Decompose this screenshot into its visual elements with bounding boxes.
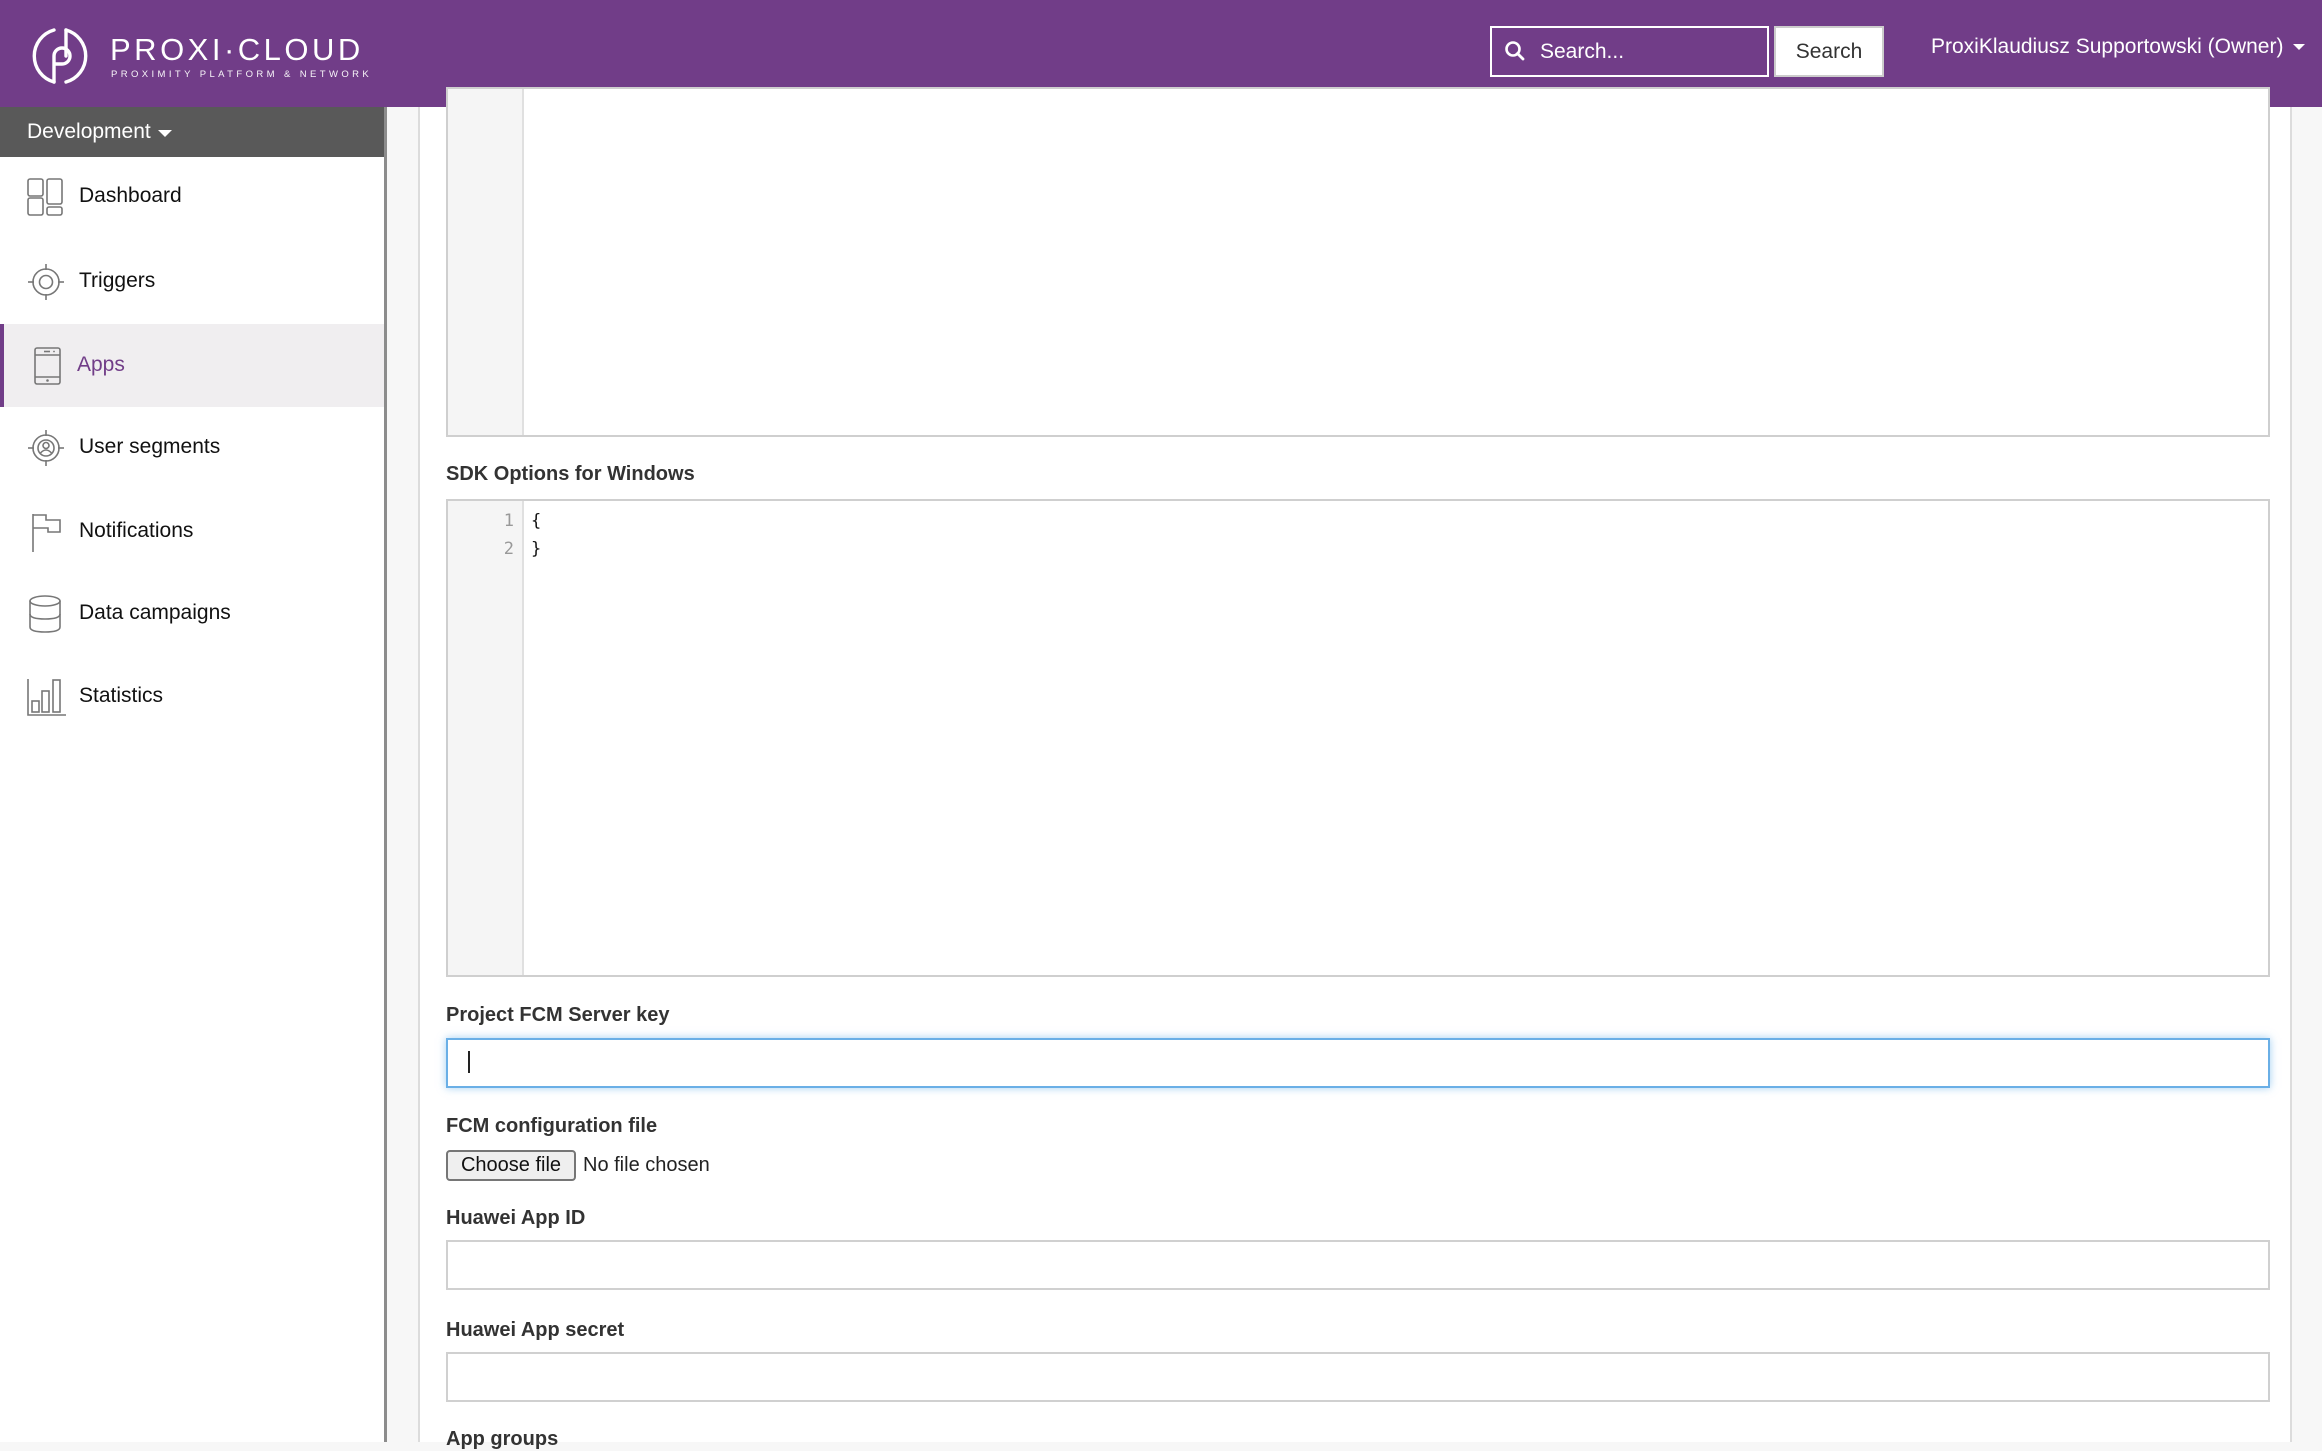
text-cursor	[468, 1051, 470, 1073]
code-text: {	[531, 511, 542, 531]
sidebar-item-data-campaigns[interactable]: Data campaigns	[0, 572, 384, 655]
huawei-app-secret-label: Huawei App secret	[446, 1319, 625, 1341]
search-field[interactable]	[1490, 26, 1769, 77]
user-target-icon	[28, 430, 64, 466]
app-groups-label: App groups	[446, 1428, 559, 1450]
logo-subtitle: PROXIMITY PLATFORM & NETWORK	[111, 69, 373, 80]
sidebar-item-label: Data campaigns	[79, 601, 231, 624]
logo-icon	[32, 28, 88, 84]
environment-selector[interactable]: Development	[0, 107, 384, 157]
sidebar-item-notifications[interactable]: Notifications	[0, 490, 384, 573]
fcm-config-file-label: FCM configuration file	[446, 1115, 658, 1137]
user-name: ProxiKlaudiusz Supportowski (Owner)	[1931, 35, 2284, 58]
search-icon	[1505, 41, 1525, 61]
user-menu[interactable]: ProxiKlaudiusz Supportowski (Owner)	[1931, 35, 2306, 59]
sdk-options-editor-previous[interactable]	[446, 87, 2270, 437]
editor-line: 2 }	[448, 535, 2248, 563]
flag-icon	[32, 514, 61, 552]
sidebar-item-label: User segments	[79, 435, 221, 458]
target-icon	[28, 264, 64, 300]
chevron-down-icon	[2293, 44, 2306, 51]
editor-gutter	[448, 501, 524, 975]
sidebar-item-label: Dashboard	[79, 184, 182, 207]
logo-title: PROXI·CLOUD	[110, 32, 364, 67]
sidebar-item-label: Statistics	[79, 684, 164, 707]
fcm-server-key-input[interactable]	[446, 1038, 2270, 1088]
line-number: 2	[503, 539, 514, 559]
sidebar-item-dashboard[interactable]: Dashboard	[0, 155, 384, 238]
huawei-app-id-input[interactable]	[446, 1240, 2270, 1290]
sidebar: Development Dashboard Triggers Apps User…	[0, 107, 387, 1442]
proxi-cloud-logo[interactable]: PROXI·CLOUD PROXIMITY PLATFORM & NETWORK	[28, 22, 369, 88]
sidebar-item-label: Apps	[77, 353, 125, 376]
sidebar-item-triggers[interactable]: Triggers	[0, 240, 384, 323]
sidebar-item-statistics[interactable]: Statistics	[0, 655, 384, 738]
fcm-server-key-label: Project FCM Server key	[446, 1004, 670, 1026]
bar-chart-icon	[27, 679, 66, 716]
tablet-icon	[34, 347, 61, 385]
chevron-down-icon	[158, 130, 172, 137]
dashboard-icon	[27, 178, 63, 216]
file-status-text: No file chosen	[583, 1154, 710, 1176]
sidebar-item-apps[interactable]: Apps	[0, 324, 384, 407]
huawei-app-id-label: Huawei App ID	[446, 1207, 586, 1229]
sidebar-item-user-segments[interactable]: User segments	[0, 406, 384, 489]
app-settings-form: SDK Options for Windows 1 { 2 } Project …	[418, 87, 2292, 1450]
sidebar-item-label: Notifications	[79, 519, 194, 542]
choose-file-button[interactable]: Choose file	[446, 1150, 576, 1181]
search-button[interactable]: Search	[1774, 26, 1884, 77]
code-text: }	[531, 539, 542, 559]
editor-gutter	[448, 89, 524, 435]
line-number: 1	[503, 511, 514, 531]
sdk-windows-editor[interactable]: 1 { 2 }	[446, 499, 2270, 977]
sdk-windows-label: SDK Options for Windows	[446, 463, 695, 485]
search-input[interactable]	[1540, 28, 1760, 75]
editor-line: 1 {	[448, 507, 2248, 535]
environment-label: Development	[27, 120, 151, 143]
database-icon	[29, 595, 61, 633]
sidebar-item-label: Triggers	[79, 269, 156, 292]
huawei-app-secret-input[interactable]	[446, 1352, 2270, 1402]
